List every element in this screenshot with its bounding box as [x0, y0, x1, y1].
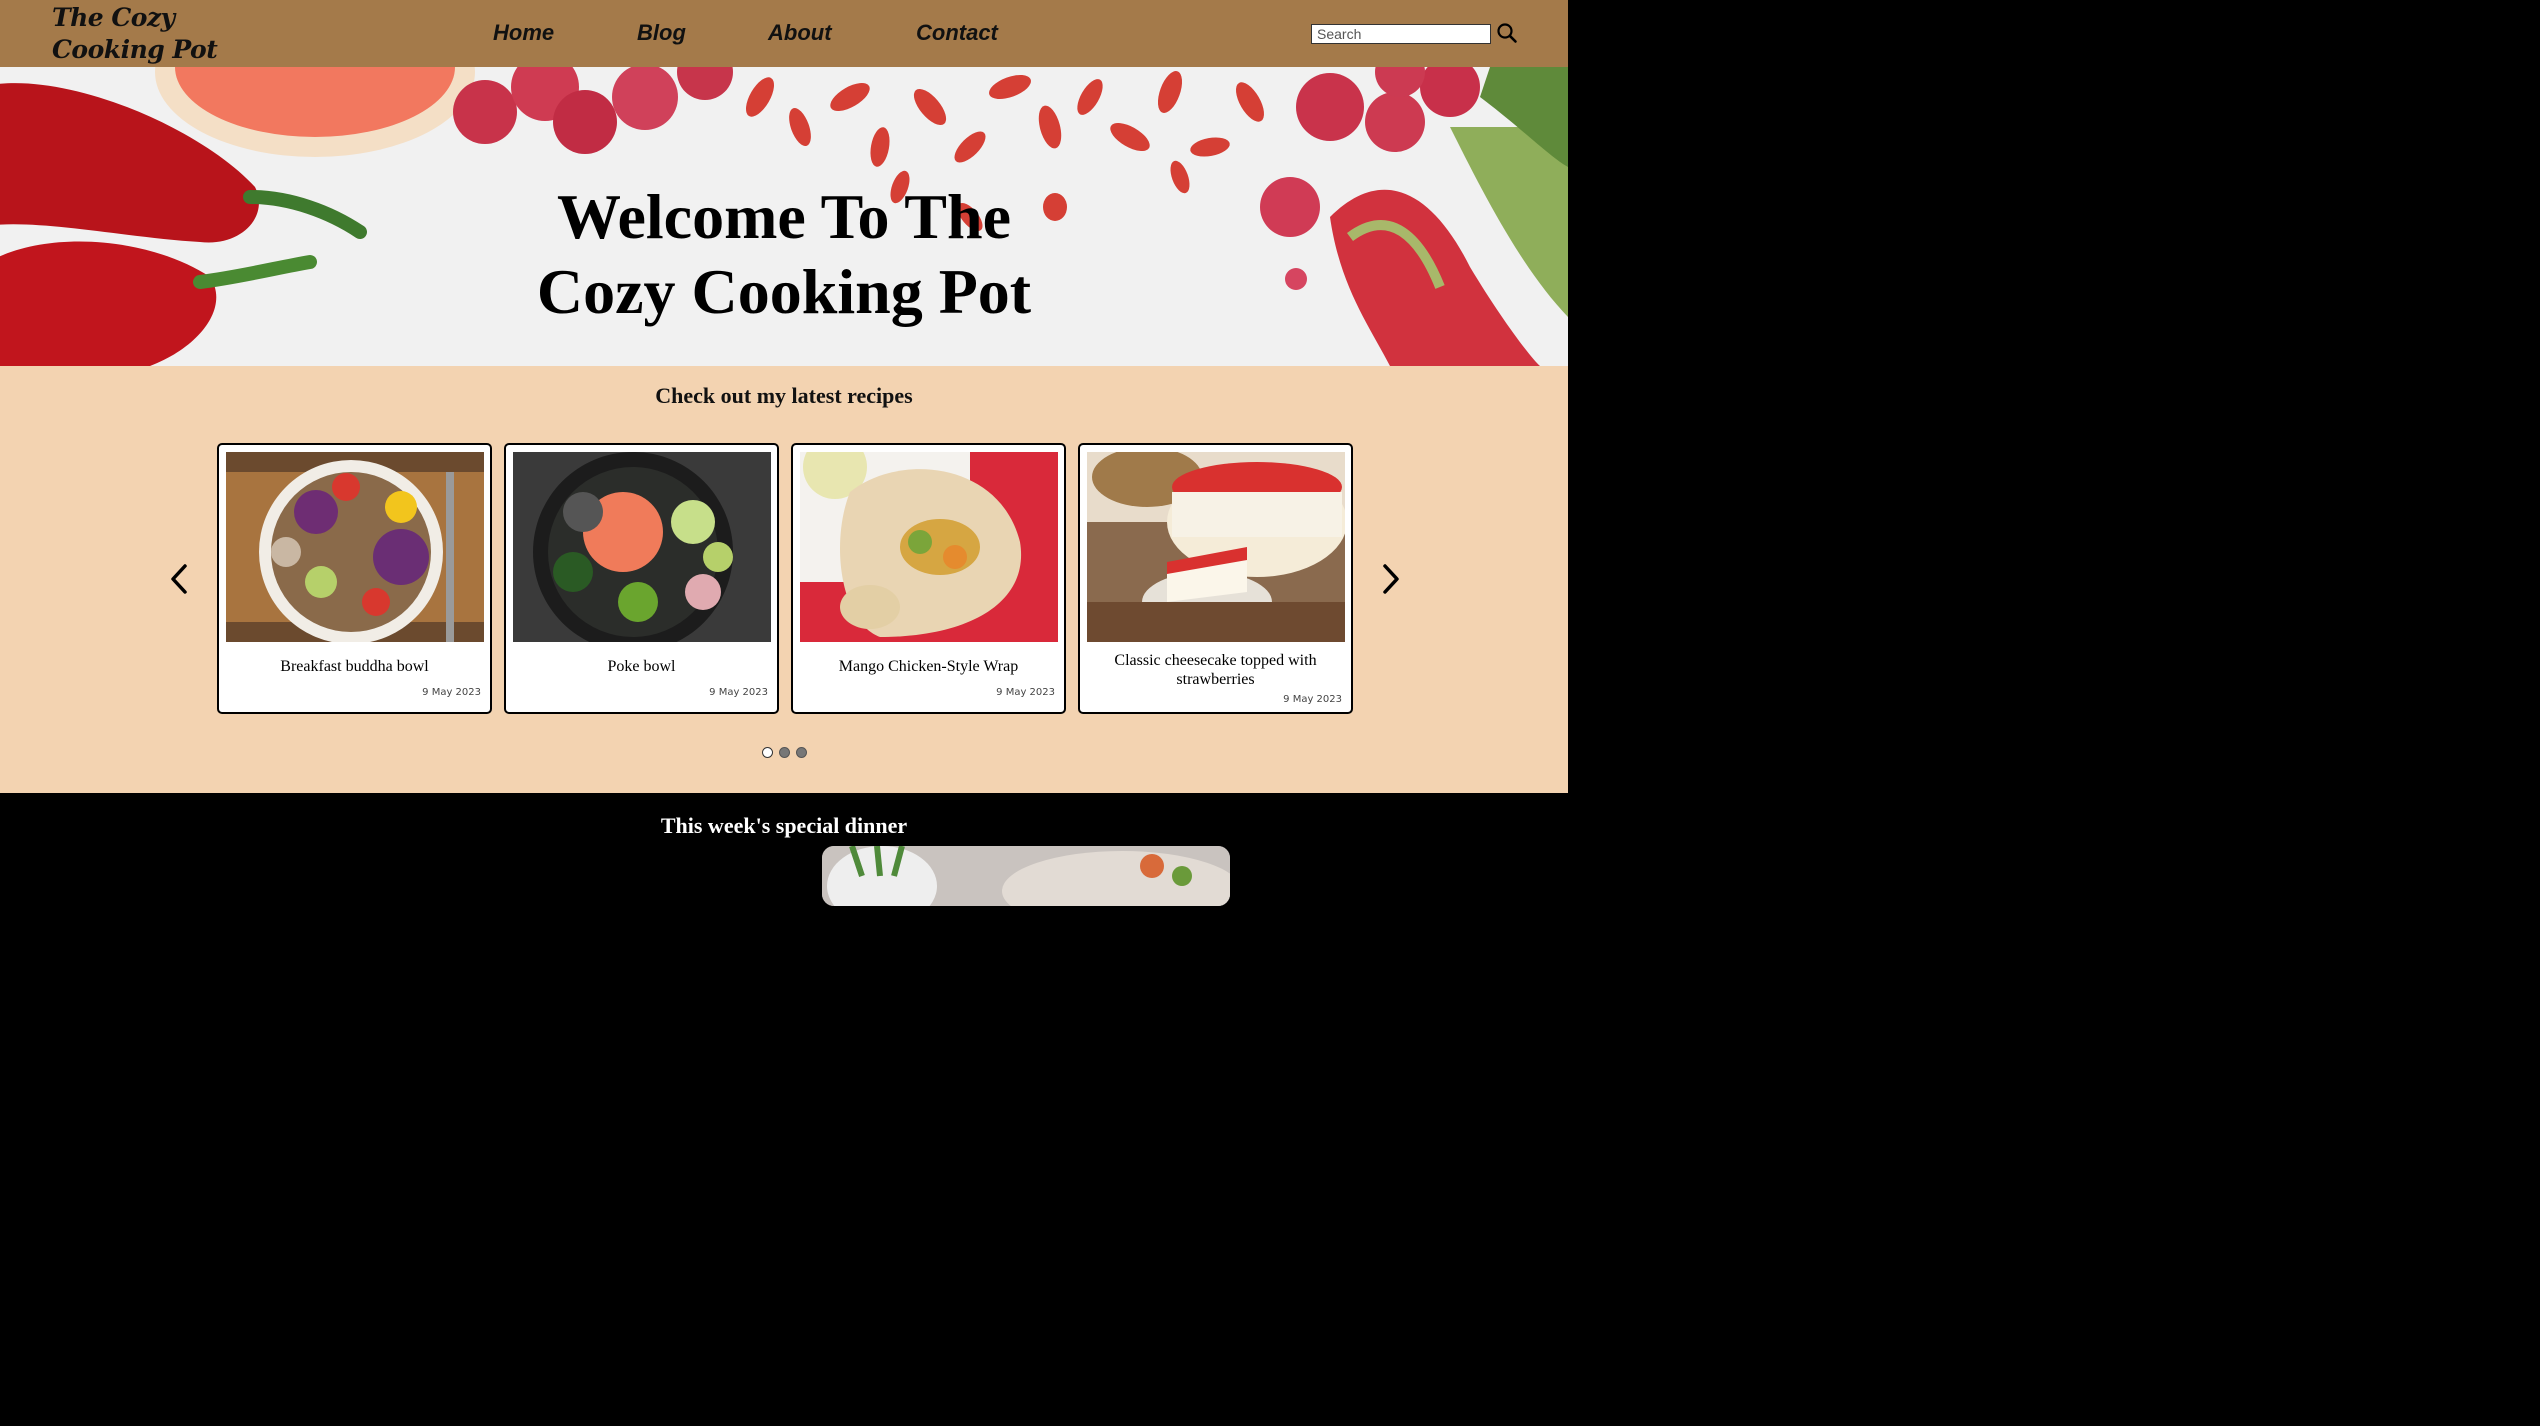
- special-dinner-section: This week's special dinner: [0, 793, 1568, 906]
- special-dinner-image: [822, 846, 1230, 906]
- recipe-title[interactable]: Poke bowl: [516, 657, 767, 676]
- site-logo[interactable]: The Cozy Cooking Pot: [52, 2, 218, 66]
- recipe-card[interactable]: Classic cheesecake topped with strawberr…: [1078, 443, 1353, 714]
- carousel-next-button[interactable]: [1379, 563, 1403, 595]
- pagination-dot-2[interactable]: [779, 747, 790, 758]
- recipe-title[interactable]: Breakfast buddha bowl: [229, 657, 480, 676]
- recipe-card[interactable]: Mango Chicken-Style Wrap 9 May 2023: [791, 443, 1066, 714]
- recipe-title[interactable]: Mango Chicken-Style Wrap: [803, 657, 1054, 676]
- search-button[interactable]: [1496, 22, 1518, 44]
- recipe-card[interactable]: Poke bowl 9 May 2023: [504, 443, 779, 714]
- logo-line-2: Cooking Pot: [52, 35, 218, 64]
- latest-recipes-heading: Check out my latest recipes: [655, 383, 913, 408]
- nav-link-home[interactable]: Home: [493, 20, 554, 46]
- pagination-dot-1[interactable]: [762, 747, 773, 758]
- nav-link-blog[interactable]: Blog: [637, 20, 686, 46]
- search-input[interactable]: [1311, 24, 1491, 44]
- hero-title: Welcome To The Cozy Cooking Pot: [0, 179, 1568, 329]
- carousel-prev-button[interactable]: [167, 563, 191, 595]
- recipe-card[interactable]: Breakfast buddha bowl 9 May 2023: [217, 443, 492, 714]
- nav-link-about[interactable]: About: [768, 20, 832, 46]
- recipe-image[interactable]: [800, 452, 1058, 642]
- recipe-date: 9 May 2023: [709, 687, 768, 698]
- hero-title-line-2: Cozy Cooking Pot: [536, 256, 1032, 327]
- recipe-title[interactable]: Classic cheesecake topped with strawberr…: [1090, 651, 1341, 689]
- hero-title-line-1: Welcome To The: [557, 181, 1011, 252]
- recipe-date: 9 May 2023: [996, 687, 1055, 698]
- search-icon: [1497, 23, 1517, 43]
- nav-link-contact[interactable]: Contact: [916, 20, 998, 46]
- recipe-image[interactable]: [226, 452, 484, 642]
- chevron-left-icon: [171, 564, 187, 594]
- latest-recipes-section: Check out my latest recipes Breakfast bu…: [0, 366, 1568, 793]
- recipe-date: 9 May 2023: [422, 687, 481, 698]
- logo-line-1: The Cozy: [52, 3, 175, 32]
- recipe-image[interactable]: [1087, 452, 1345, 642]
- pagination-dot-3[interactable]: [796, 747, 807, 758]
- chevron-right-icon: [1383, 564, 1399, 594]
- hero-banner: Welcome To The Cozy Cooking Pot: [0, 67, 1568, 366]
- top-navbar: The Cozy Cooking Pot Home Blog About Con…: [0, 0, 1568, 67]
- recipe-date: 9 May 2023: [1283, 694, 1342, 705]
- recipe-image[interactable]: [513, 452, 771, 642]
- special-dinner-heading: This week's special dinner: [660, 813, 908, 838]
